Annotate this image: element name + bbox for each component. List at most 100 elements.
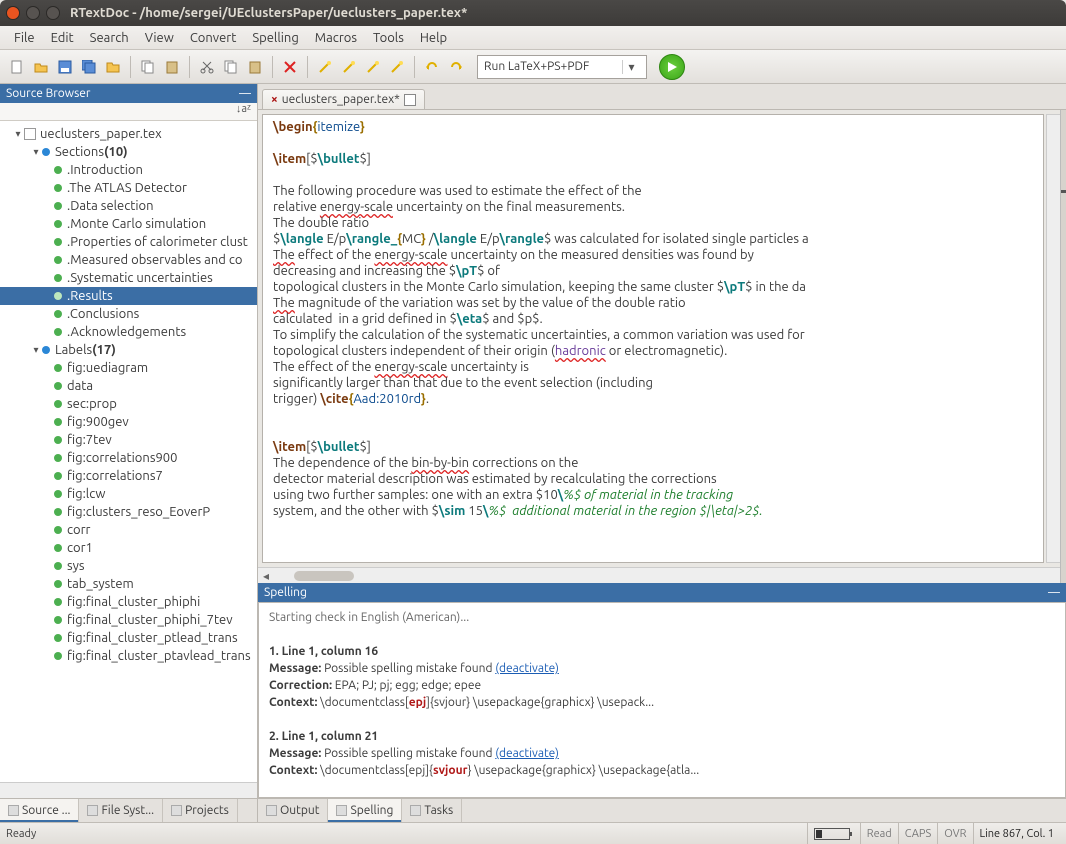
tree-label-item[interactable]: fig:uediagram (0, 359, 257, 377)
tree-label-item[interactable]: fig:900gev (0, 413, 257, 431)
menu-convert[interactable]: Convert (182, 29, 245, 47)
tree-section-item[interactable]: .Measured observables and co (0, 251, 257, 269)
tree-root[interactable]: ▾ueclusters_paper.tex (0, 125, 257, 143)
open-icon[interactable] (30, 56, 52, 78)
panel-tab[interactable]: Output (258, 799, 328, 822)
wand4-icon[interactable] (386, 56, 408, 78)
menu-spelling[interactable]: Spelling (244, 29, 306, 47)
tree-label-item[interactable]: fig:correlations7 (0, 467, 257, 485)
menu-edit[interactable]: Edit (43, 29, 82, 47)
tree-section-item[interactable]: .Conclusions (0, 305, 257, 323)
open-folder-icon[interactable] (102, 56, 124, 78)
panel-tab[interactable]: Projects (163, 799, 238, 822)
tree-sections[interactable]: ▾Sections (10) (0, 143, 257, 161)
save-all-icon[interactable] (78, 56, 100, 78)
tree-section-item[interactable]: .Acknowledgements (0, 323, 257, 341)
tree-label-item[interactable]: tab_system (0, 575, 257, 593)
sidebar-hscrollbar[interactable] (0, 782, 257, 798)
tree-label-item[interactable]: corr (0, 521, 257, 539)
editor-tab[interactable]: × ueclusters_paper.tex* (262, 89, 425, 109)
spelling-panel-header: Spelling — (258, 583, 1066, 602)
paste2-icon[interactable] (244, 56, 266, 78)
panel-tab[interactable]: Spelling (328, 799, 402, 822)
menu-macros[interactable]: Macros (307, 29, 365, 47)
status-caps: CAPS (898, 823, 938, 844)
tree-label-item[interactable]: data (0, 377, 257, 395)
sidebar-header: Source Browser — (0, 84, 257, 103)
tree-label-item[interactable]: fig:final_cluster_ptavlead_trans (0, 647, 257, 665)
tree-section-item[interactable]: .Data selection (0, 197, 257, 215)
panel-minimize-icon[interactable]: — (239, 87, 251, 100)
wand3-icon[interactable] (362, 56, 384, 78)
tree-label-item[interactable]: fig:final_cluster_ptlead_trans (0, 629, 257, 647)
tab-icon (336, 805, 347, 816)
tab-icon (87, 805, 98, 816)
tree-section-item[interactable]: .Properties of calorimeter clust (0, 233, 257, 251)
battery-icon (814, 828, 850, 840)
editor-overview-ruler[interactable] (1060, 110, 1066, 583)
tree-label-item[interactable]: fig:7tev (0, 431, 257, 449)
redo-icon[interactable] (445, 56, 467, 78)
panel-tab[interactable]: Source ... (0, 799, 79, 822)
copy2-icon[interactable] (220, 56, 242, 78)
menu-search[interactable]: Search (82, 29, 137, 47)
tree-section-item[interactable]: .Monte Carlo simulation (0, 215, 257, 233)
text-editor[interactable]: \begin{itemize} \item[$\bullet$] The fol… (262, 114, 1044, 563)
menu-help[interactable]: Help (412, 29, 455, 47)
menu-view[interactable]: View (137, 29, 182, 47)
tree-label-item[interactable]: sys (0, 557, 257, 575)
window-minimize-button[interactable] (26, 6, 40, 20)
tree-label-item[interactable]: fig:lcw (0, 485, 257, 503)
tree-label-item[interactable]: sec:prop (0, 395, 257, 413)
spelling-panel-body[interactable]: Starting check in English (American)...1… (258, 602, 1066, 798)
tree-label-item[interactable]: fig:final_cluster_phiphi_7tev (0, 611, 257, 629)
window-maximize-button[interactable] (46, 6, 60, 20)
menu-file[interactable]: File (6, 29, 43, 47)
paste-icon[interactable] (161, 56, 183, 78)
tab-icon (8, 805, 19, 816)
editor-hscrollbar[interactable]: ◂ (258, 567, 1066, 583)
tree-label-item[interactable]: cor1 (0, 539, 257, 557)
menu-tools[interactable]: Tools (365, 29, 412, 47)
tab-icon (410, 805, 421, 816)
tree-label-item[interactable]: fig:final_cluster_phiphi (0, 593, 257, 611)
tab-icon (266, 805, 277, 816)
status-ovr: OVR (937, 823, 972, 844)
delete-icon[interactable] (279, 56, 301, 78)
tree-section-item[interactable]: .Systematic uncertainties (0, 269, 257, 287)
panel-tab[interactable]: Tasks (402, 799, 462, 822)
tree-label-item[interactable]: fig:correlations900 (0, 449, 257, 467)
panel-tab[interactable]: File Syst... (79, 799, 163, 822)
tab-close-icon[interactable]: × (271, 93, 278, 106)
status-cursor-position: Line 867, Col. 1 (973, 823, 1061, 844)
copy-icon[interactable] (137, 56, 159, 78)
tree-section-item[interactable]: .Results (0, 287, 257, 305)
toolbar: Run LaTeX+PS+PDF ▾ (0, 50, 1066, 84)
status-bar: Ready Read CAPS OVR Line 867, Col. 1 (0, 822, 1066, 844)
tree-section-item[interactable]: .Introduction (0, 161, 257, 179)
wand2-icon[interactable] (338, 56, 360, 78)
window-titlebar: RTextDoc - /home/sergei/UEclustersPaper/… (0, 0, 1066, 26)
run-target-combo[interactable]: Run LaTeX+PS+PDF ▾ (477, 55, 647, 79)
panel-minimize-icon[interactable]: — (1048, 586, 1060, 599)
bottom-tabbar: Source ...File Syst...Projects OutputSpe… (0, 798, 1066, 822)
tree-section-item[interactable]: .The ATLAS Detector (0, 179, 257, 197)
window-close-button[interactable] (6, 6, 20, 20)
run-button[interactable] (659, 54, 685, 80)
status-read: Read (860, 823, 898, 844)
wand1-icon[interactable] (314, 56, 336, 78)
editor-tabbar: × ueclusters_paper.tex* (258, 84, 1066, 110)
undo-icon[interactable] (421, 56, 443, 78)
menu-bar: FileEditSearchViewConvertSpellingMacrosT… (0, 26, 1066, 50)
deactivate-link[interactable]: (deactivate) (495, 747, 559, 760)
save-icon[interactable] (54, 56, 76, 78)
tree-labels[interactable]: ▾Labels (17) (0, 341, 257, 359)
new-file-icon[interactable] (6, 56, 28, 78)
tree-label-item[interactable]: fig:clusters_reso_EoverP (0, 503, 257, 521)
deactivate-link[interactable]: (deactivate) (495, 662, 559, 675)
file-icon (404, 94, 416, 106)
sort-icon[interactable]: ↓aᶻ (236, 103, 251, 115)
cut-icon[interactable] (196, 56, 218, 78)
chevron-down-icon: ▾ (622, 60, 640, 74)
source-tree[interactable]: ▾ueclusters_paper.tex▾Sections (10).Intr… (0, 121, 257, 782)
